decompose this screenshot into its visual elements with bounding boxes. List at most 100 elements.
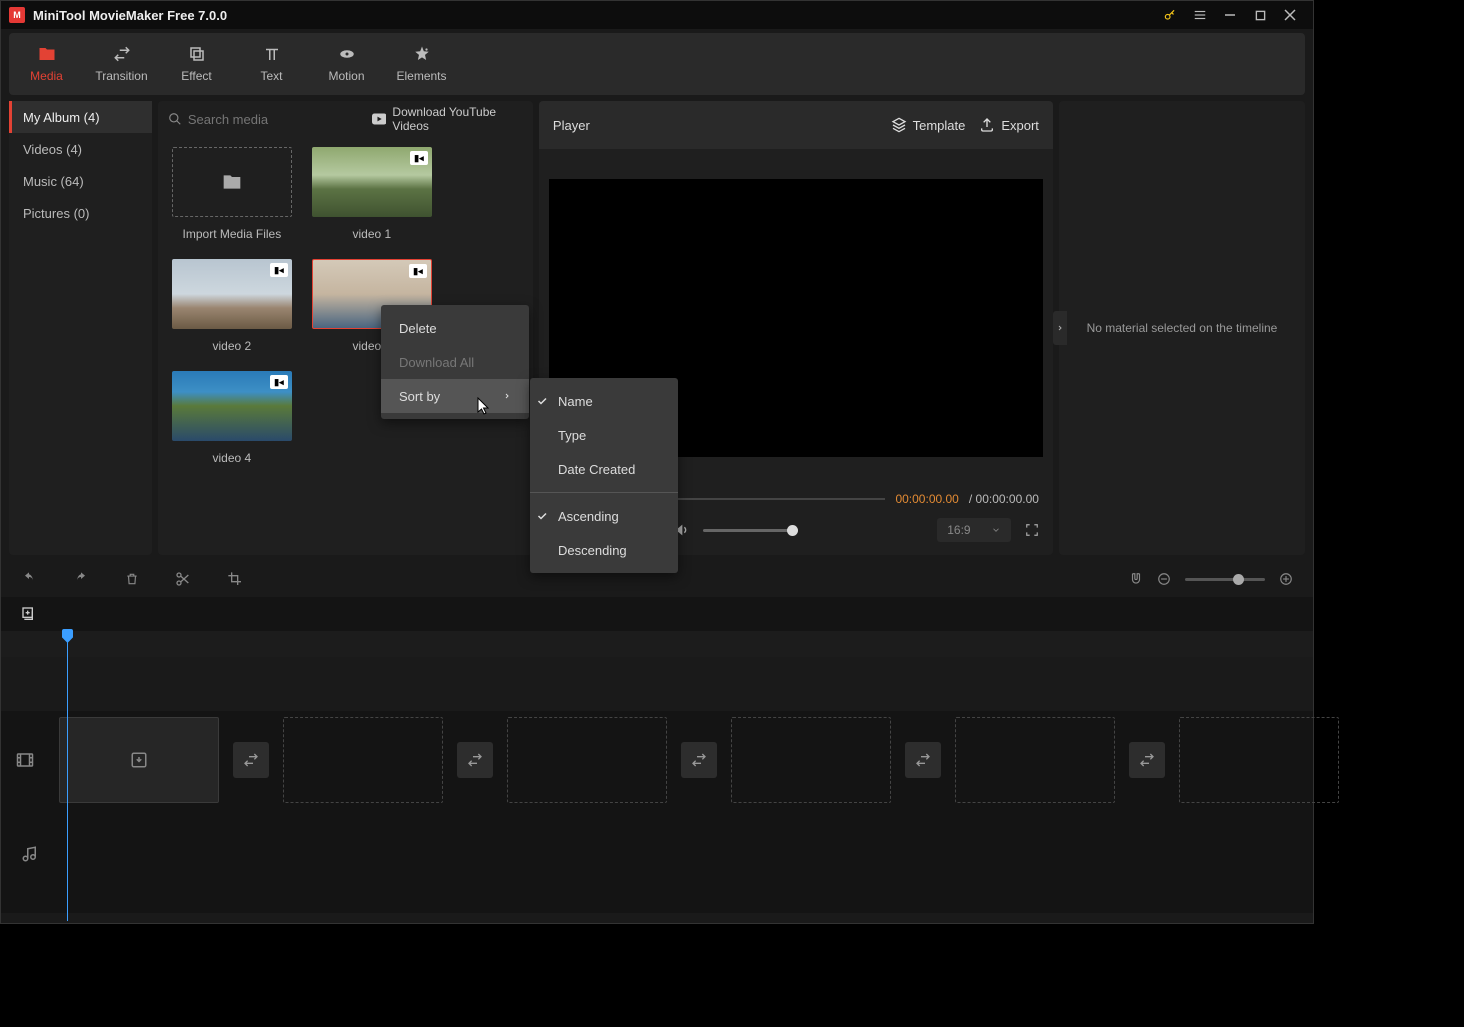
ctx-sort-type[interactable]: Type — [530, 418, 678, 452]
search-input-wrap — [168, 112, 364, 127]
expand-panel-button[interactable] — [1053, 311, 1067, 345]
sidebar-item-pictures[interactable]: Pictures (0) — [9, 197, 152, 229]
folder-icon — [220, 172, 244, 192]
crop-button[interactable] — [227, 571, 243, 587]
timeline-drop-slot[interactable] — [1179, 717, 1339, 803]
media-caption: video 2 — [213, 339, 252, 353]
tab-elements[interactable]: Elements — [384, 33, 459, 95]
no-selection-message: No material selected on the timeline — [1087, 321, 1278, 335]
add-track-button[interactable] — [21, 606, 37, 622]
export-button[interactable]: Export — [979, 117, 1039, 133]
video-badge-icon: ▮◂ — [409, 264, 427, 278]
fullscreen-button[interactable] — [1025, 523, 1039, 537]
hamburger-menu-icon[interactable] — [1185, 1, 1215, 29]
key-icon[interactable] — [1155, 1, 1185, 29]
timeline-drop-slot[interactable] — [59, 717, 219, 803]
ctx-sort-date[interactable]: Date Created — [530, 452, 678, 486]
audio-track-icon — [15, 844, 45, 864]
context-submenu-sort: Name Type Date Created Ascending Descend… — [530, 378, 678, 573]
tab-label: Text — [260, 69, 282, 83]
timeline — [1, 597, 1313, 913]
total-time: / 00:00:00.00 — [969, 492, 1039, 506]
ctx-sort-descending[interactable]: Descending — [530, 533, 678, 567]
redo-button[interactable] — [73, 571, 89, 587]
ctx-delete[interactable]: Delete — [381, 311, 529, 345]
title-bar: M MiniTool MovieMaker Free 7.0.0 — [1, 1, 1313, 29]
ctx-sort-name[interactable]: Name — [530, 384, 678, 418]
template-button[interactable]: Template — [891, 117, 966, 133]
transition-slot[interactable] — [681, 742, 717, 778]
template-label: Template — [913, 118, 966, 133]
zoom-in-button[interactable] — [1279, 572, 1293, 586]
magnetic-button[interactable] — [1129, 571, 1143, 587]
media-item[interactable]: ▮◂ video 4 — [172, 371, 292, 465]
split-button[interactable] — [175, 571, 191, 587]
youtube-icon — [372, 113, 387, 125]
close-button[interactable] — [1275, 1, 1305, 29]
tab-label: Media — [30, 69, 63, 83]
top-tabs: Media Transition Effect Text Motion Elem… — [9, 33, 1305, 95]
minimize-button[interactable] — [1215, 1, 1245, 29]
context-menu: Delete Download All Sort by — [381, 305, 529, 419]
video-badge-icon: ▮◂ — [270, 263, 288, 277]
check-icon — [536, 395, 548, 407]
undo-button[interactable] — [21, 571, 37, 587]
player-title: Player — [553, 118, 877, 133]
app-logo: M — [9, 7, 25, 23]
chevron-right-icon — [503, 391, 511, 401]
media-caption: video 4 — [213, 451, 252, 465]
transition-slot[interactable] — [905, 742, 941, 778]
sidebar-item-my-album[interactable]: My Album (4) — [9, 101, 152, 133]
transition-slot[interactable] — [233, 742, 269, 778]
media-item[interactable]: ▮◂ video 2 — [172, 259, 292, 353]
tab-motion[interactable]: Motion — [309, 33, 384, 95]
video-track-icon — [15, 751, 35, 769]
check-icon — [536, 510, 548, 522]
timeline-drop-slot[interactable] — [731, 717, 891, 803]
playhead[interactable] — [67, 631, 68, 921]
search-icon — [168, 112, 182, 126]
ctx-sort-ascending[interactable]: Ascending — [530, 499, 678, 533]
properties-panel: No material selected on the timeline — [1059, 101, 1305, 555]
sidebar-item-videos[interactable]: Videos (4) — [9, 133, 152, 165]
ctx-download-all: Download All — [381, 345, 529, 379]
maximize-button[interactable] — [1245, 1, 1275, 29]
tab-label: Transition — [95, 69, 147, 83]
current-time: 00:00:00.00 — [895, 492, 958, 506]
export-icon — [979, 117, 995, 133]
import-media-button[interactable]: Import Media Files — [172, 147, 292, 241]
sidebar-item-music[interactable]: Music (64) — [9, 165, 152, 197]
media-caption: video 1 — [353, 227, 392, 241]
tab-effect[interactable]: Effect — [159, 33, 234, 95]
search-input[interactable] — [188, 112, 364, 127]
transition-slot[interactable] — [1129, 742, 1165, 778]
timeline-drop-slot[interactable] — [283, 717, 443, 803]
video-badge-icon: ▮◂ — [410, 151, 428, 165]
tab-transition[interactable]: Transition — [84, 33, 159, 95]
timeline-ruler[interactable] — [1, 631, 1313, 657]
export-label: Export — [1001, 118, 1039, 133]
aspect-ratio-select[interactable]: 16:9 — [937, 518, 1011, 542]
zoom-out-button[interactable] — [1157, 572, 1171, 586]
audio-track[interactable] — [1, 809, 1313, 899]
media-item[interactable]: ▮◂ video 1 — [312, 147, 432, 241]
tab-media[interactable]: Media — [9, 33, 84, 95]
timeline-drop-slot[interactable] — [507, 717, 667, 803]
delete-button[interactable] — [125, 571, 139, 587]
library-sidebar: My Album (4) Videos (4) Music (64) Pictu… — [9, 101, 152, 555]
timeline-drop-slot[interactable] — [955, 717, 1115, 803]
download-youtube-button[interactable]: Download YouTube Videos — [372, 105, 523, 133]
download-youtube-label: Download YouTube Videos — [392, 105, 523, 133]
tab-text[interactable]: Text — [234, 33, 309, 95]
transition-slot[interactable] — [457, 742, 493, 778]
ctx-sort-by[interactable]: Sort by — [381, 379, 529, 413]
chevron-down-icon — [991, 525, 1001, 535]
tab-label: Elements — [396, 69, 446, 83]
volume-slider[interactable] — [703, 529, 798, 532]
template-icon — [891, 117, 907, 133]
zoom-slider[interactable] — [1185, 578, 1265, 581]
aspect-ratio-value: 16:9 — [947, 523, 970, 537]
video-track[interactable] — [1, 711, 1313, 809]
tab-label: Effect — [181, 69, 211, 83]
import-label: Import Media Files — [183, 227, 282, 241]
